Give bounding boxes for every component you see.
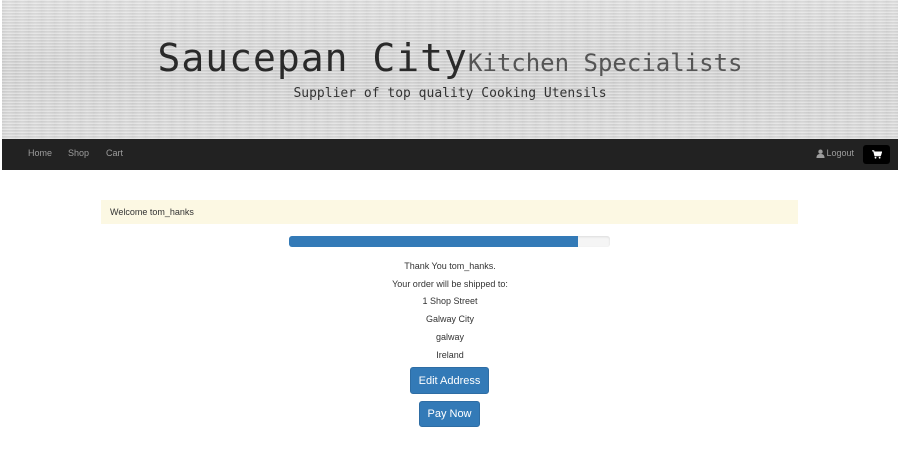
site-title: Saucepan CityKitchen Specialists <box>2 36 898 80</box>
site-name: Saucepan City <box>157 36 468 80</box>
nav-shop-link[interactable]: Shop <box>68 148 89 158</box>
address-county: galway <box>435 332 464 342</box>
address-line1: 1 Shop Street <box>422 296 478 306</box>
checkout-progress-bar <box>289 236 578 247</box>
pay-now-button[interactable]: Pay Now <box>419 401 480 427</box>
site-header-banner: Saucepan CityKitchen Specialists Supplie… <box>2 0 898 139</box>
checkout-progress <box>289 236 610 247</box>
address-country: Ireland <box>436 350 464 360</box>
shipping-intro: Your order will be shipped to: <box>392 279 508 289</box>
user-icon <box>816 149 826 158</box>
site-tagline: Supplier of top quality Cooking Utensils <box>293 86 607 101</box>
edit-address-button[interactable]: Edit Address <box>410 367 489 394</box>
nav-cart-link[interactable]: Cart <box>106 148 123 158</box>
navbar: Home Shop Cart Logout <box>2 139 898 170</box>
logout-label: Logout <box>826 148 854 158</box>
site-subtitle: Kitchen Specialists <box>467 49 743 77</box>
nav-home-link[interactable]: Home <box>28 148 52 158</box>
welcome-text: Welcome tom_hanks <box>110 207 194 217</box>
cart-button[interactable] <box>863 145 890 164</box>
welcome-alert: Welcome tom_hanks <box>101 200 798 224</box>
logout-link[interactable]: Logout <box>816 148 854 158</box>
shopping-cart-icon <box>871 150 882 159</box>
thank-you-message: Thank You tom_hanks. <box>404 261 496 271</box>
address-city: Galway City <box>425 314 474 324</box>
